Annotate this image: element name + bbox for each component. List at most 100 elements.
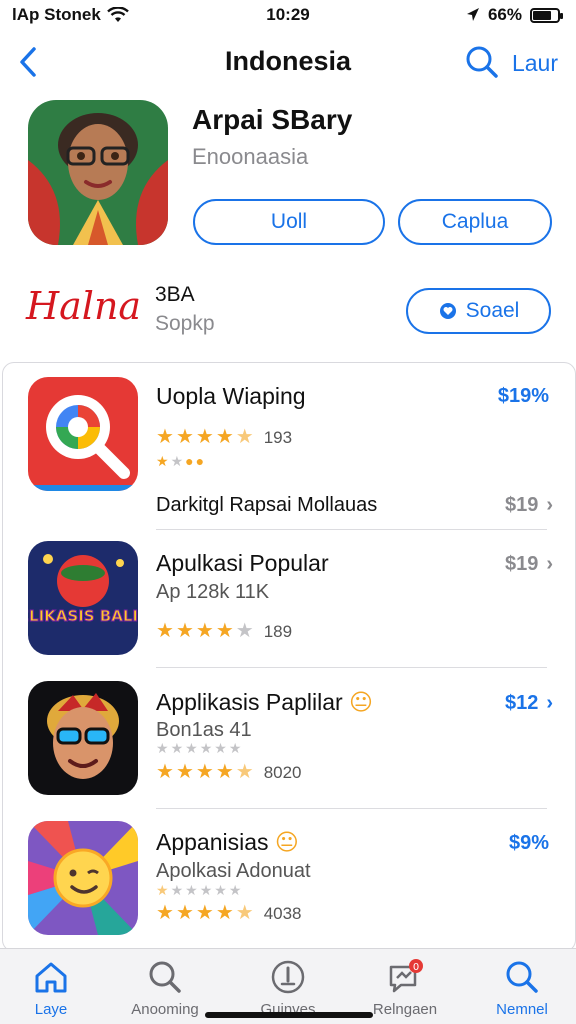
price-button[interactable]: $12 › [505,692,553,715]
developer-name: 3BA [155,283,195,306]
tab-bar: Laye Anooming Guinves 0 Relngaen Nemnel [0,948,576,1024]
app-name[interactable]: Apulkasi Popular [156,550,329,577]
tab-home[interactable]: Laye [0,957,106,1018]
star-icon: ★ [185,740,198,756]
star-icon: ★ [156,620,174,642]
star-icon: ★ [199,882,213,898]
star-icon: ★ [175,902,194,924]
app-name-row[interactable]: Appanisias 😐 [156,829,299,856]
notification-badge: 0 [413,962,419,973]
star-icon: ★ [195,426,214,448]
divider [156,808,547,809]
extra-price: $19 [504,494,539,516]
chevron-right-icon: › [546,494,553,516]
tab-label: Nemnel [496,1001,548,1018]
app-icon-character[interactable] [28,681,138,795]
tab-search[interactable]: Anooming [110,957,220,1018]
game-art-text: MELIKASIS BALIHA [28,607,138,625]
developer-logo: Halna [26,284,142,328]
star-icon: ★ [215,761,234,783]
tab-messages[interactable]: 0 Relngaen [350,957,460,1018]
back-chevron-icon[interactable] [14,44,44,80]
hero-app-title: Arpai SBary [192,104,353,135]
home-indicator[interactable] [205,1012,373,1018]
rating-count: 8020 [263,762,302,782]
app-icon-sun[interactable] [28,821,138,935]
tab-label: Anooming [131,1001,199,1018]
star-rating: ★ ★ ★ ★ ★ 8020 [156,762,302,782]
star-icon: ★ [156,761,174,783]
search-icon[interactable] [464,44,500,80]
app-subtitle: Bon1as 41 [156,719,252,741]
hero-app-icon[interactable] [28,100,168,245]
search-app-icon [28,377,138,491]
star-rating: ★ ★ ★ ★ ★ 189 [156,621,292,641]
emoji-icon: 😐 [349,689,374,715]
app-price[interactable]: $9% [509,832,549,855]
character-face-icon [28,100,168,245]
divider [156,529,547,530]
social-button-label: Soael [465,299,520,322]
star-rating-secondary: ★ ★ ★ ★ ★ ★ [156,741,241,755]
battery-icon [530,7,563,23]
star-icon: ★ [215,426,234,448]
star-icon: ★ [175,620,194,642]
star-icon: ★ [228,740,242,756]
star-icon: ★ [195,620,214,642]
star-icon: ★ [175,426,194,448]
star-icon: ★ [156,882,169,898]
app-price: $19 [504,553,539,575]
search-icon [506,961,538,993]
app-name[interactable]: Uopla Wiaping [156,383,306,410]
star-icon: ★ [235,902,254,924]
app-icon-search[interactable] [28,377,138,491]
app-subtitle: Ap 128k 11K [156,581,270,603]
hero-primary-button[interactable]: Uoll [193,199,385,245]
info-icon [271,960,305,994]
app-list: Uopla Wiaping $19% ★ ★ ★ ★ ★ 193 ★ ★ ● ● Darkitg… [2,362,576,952]
app-icon-game[interactable]: MELIKASIS BALIHA [28,541,138,655]
tab-search-2[interactable]: Nemnel [467,957,576,1018]
emoji-icon: 😐 [274,829,299,855]
hero-app-subtitle: Enoonaasia [192,144,309,169]
star-icon: ★ [215,620,234,642]
hero-secondary-button[interactable]: Caplua [398,199,552,245]
star-rating: ★ ★ ★ ★ ★ 4038 [156,903,302,923]
star-icon: ★ [195,761,214,783]
chat-icon: 0 [389,959,423,993]
rating-count: 193 [263,427,293,447]
star-icon: ★ [156,902,174,924]
star-rating-secondary: ★ ★ ★ ★ ★ ★ [156,883,241,897]
game-art-icon: MELIKASIS BALIHA [28,541,138,655]
app-subtitle: Apolkasi Adonuat [156,860,311,882]
heart-badge-icon [439,303,456,319]
price-button[interactable]: $19 › [505,553,553,576]
social-button[interactable]: Soael [406,288,551,334]
star-rating-secondary: ★ ★ ● ● [156,453,205,469]
app-extra-label[interactable]: Darkitgl Rapsai Mollauas [156,494,377,517]
star-icon: ★ [214,740,227,756]
extra-price-button[interactable]: $19 › [505,494,553,517]
star-icon: ★ [170,882,184,898]
status-bar: lAp Stonek 10:29 66% [0,0,576,30]
search-icon [149,961,181,993]
star-icon: ★ [156,426,174,448]
star-icon: ★ [156,740,169,756]
star-icon: ★ [235,620,254,642]
battery-percent: 66% [487,5,522,24]
star-icon: ★ [175,761,194,783]
tab-info[interactable]: Guinves [233,957,343,1018]
app-price[interactable]: $19% [498,385,549,408]
home-icon [35,962,67,993]
star-icon: ★ [195,902,214,924]
rating-count: 189 [263,621,293,641]
app-name: Appanisias [156,829,269,855]
nav-right-button[interactable]: Laur [512,50,558,77]
rating-count: 4038 [263,903,302,923]
developer-subtitle: Sopkp [155,312,215,335]
nav-bar: Indonesia Laur [0,38,576,86]
star-icon: ★ [215,902,234,924]
star-icon: ★ [235,761,254,783]
app-name-row[interactable]: Applikasis Paplilar 😐 [156,689,373,716]
divider [156,667,547,668]
